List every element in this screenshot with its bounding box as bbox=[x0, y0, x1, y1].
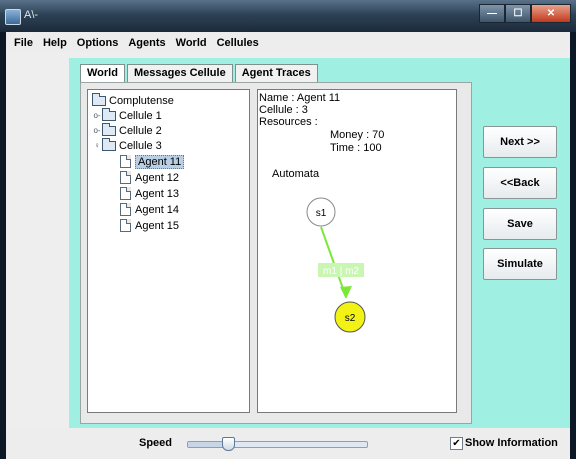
bottom-bar: Speed ✔ Show Information bbox=[6, 428, 570, 459]
window-titlebar: A\- — ☐ ✕ bbox=[0, 0, 576, 32]
tab-messages-cellule[interactable]: Messages Cellule bbox=[126, 64, 233, 82]
document-icon bbox=[120, 155, 131, 168]
folder-icon bbox=[102, 107, 116, 121]
next-button[interactable]: Next >> bbox=[483, 126, 557, 158]
tree-node-label: Complutense bbox=[109, 94, 174, 107]
menu-bar: File Help Options Agents World Cellules bbox=[6, 32, 570, 53]
transition-edge bbox=[320, 226, 347, 298]
close-icon[interactable]: ✕ bbox=[531, 4, 571, 23]
tree-node-label: Agent 13 bbox=[135, 187, 180, 200]
menu-options[interactable]: Options bbox=[73, 37, 123, 49]
menu-world[interactable]: World bbox=[172, 37, 211, 49]
transition-arrowhead bbox=[340, 286, 352, 299]
transition-label: m1 | m2 bbox=[323, 266, 359, 277]
tree-node-agent-12[interactable]: Agent 12 bbox=[120, 170, 179, 185]
tree-node-label: Agent 14 bbox=[135, 203, 180, 216]
document-icon bbox=[120, 203, 131, 216]
speed-slider[interactable] bbox=[187, 437, 368, 451]
show-information-label: Show Information bbox=[465, 437, 558, 449]
tree-node-label: Agent 12 bbox=[135, 171, 180, 184]
folder-icon bbox=[92, 92, 106, 106]
back-button[interactable]: <<Back bbox=[483, 167, 557, 199]
tree-node-agent-11[interactable]: Agent 11 bbox=[120, 154, 185, 169]
minimize-icon[interactable]: — bbox=[479, 4, 505, 23]
tree-node-label: Agent 11 bbox=[135, 154, 185, 169]
tree-node-cellule-1[interactable]: o- Cellule 1 bbox=[92, 107, 162, 123]
speed-label: Speed bbox=[139, 437, 173, 449]
tree-node-complutense[interactable]: Complutense bbox=[92, 92, 174, 108]
agent-tree[interactable]: Complutense o- Cellule 1 o- Cellule 2 ♀ … bbox=[87, 89, 250, 413]
tree-node-label: Agent 15 bbox=[135, 219, 180, 232]
tree-node-label: Cellule 3 bbox=[119, 139, 162, 152]
collapse-handle-icon[interactable]: ♀ bbox=[92, 141, 102, 150]
menu-cellules[interactable]: Cellules bbox=[213, 37, 263, 49]
tree-node-agent-13[interactable]: Agent 13 bbox=[120, 186, 179, 201]
menu-help[interactable]: Help bbox=[39, 37, 71, 49]
tree-node-agent-14[interactable]: Agent 14 bbox=[120, 202, 179, 217]
tab-strip: World Messages Cellule Agent Traces bbox=[80, 64, 320, 82]
expand-handle-icon[interactable]: o- bbox=[92, 126, 102, 135]
document-icon bbox=[120, 187, 131, 200]
state-s1-label: s1 bbox=[316, 208, 327, 219]
main-panel: World Messages Cellule Agent Traces Comp… bbox=[69, 58, 570, 428]
show-information-checkbox[interactable]: ✔ bbox=[450, 437, 463, 450]
speed-slider-thumb[interactable] bbox=[222, 437, 236, 451]
expand-handle-icon[interactable]: o- bbox=[92, 111, 102, 120]
world-tab-content: Complutense o- Cellule 1 o- Cellule 2 ♀ … bbox=[80, 82, 472, 424]
simulate-button[interactable]: Simulate bbox=[483, 248, 557, 280]
app-icon bbox=[5, 9, 21, 25]
window-controls: — ☐ ✕ bbox=[479, 4, 571, 23]
window-title: A\- bbox=[24, 9, 39, 21]
menu-agents[interactable]: Agents bbox=[124, 37, 169, 49]
save-button[interactable]: Save bbox=[483, 208, 557, 240]
tree-node-label: Cellule 2 bbox=[119, 124, 162, 137]
state-s2-label: s2 bbox=[345, 313, 356, 324]
app-frame: File Help Options Agents World Cellules … bbox=[6, 32, 570, 459]
tree-node-label: Cellule 1 bbox=[119, 109, 162, 122]
tree-node-cellule-2[interactable]: o- Cellule 2 bbox=[92, 122, 162, 138]
folder-icon bbox=[102, 137, 116, 151]
document-icon bbox=[120, 171, 131, 184]
tab-world[interactable]: World bbox=[80, 64, 125, 82]
menu-file[interactable]: File bbox=[10, 37, 37, 49]
tab-agent-traces[interactable]: Agent Traces bbox=[234, 64, 318, 82]
agent-info-panel: Name : Agent 11 Cellule : 3 Resources : … bbox=[257, 89, 457, 413]
tree-node-cellule-3[interactable]: ♀ Cellule 3 bbox=[92, 137, 162, 153]
automata-diagram: s1 m1 | m2 s2 bbox=[306, 197, 366, 333]
maximize-icon[interactable]: ☐ bbox=[505, 4, 531, 23]
tree-node-agent-15[interactable]: Agent 15 bbox=[120, 218, 179, 233]
folder-icon bbox=[102, 122, 116, 136]
document-icon bbox=[120, 219, 131, 232]
